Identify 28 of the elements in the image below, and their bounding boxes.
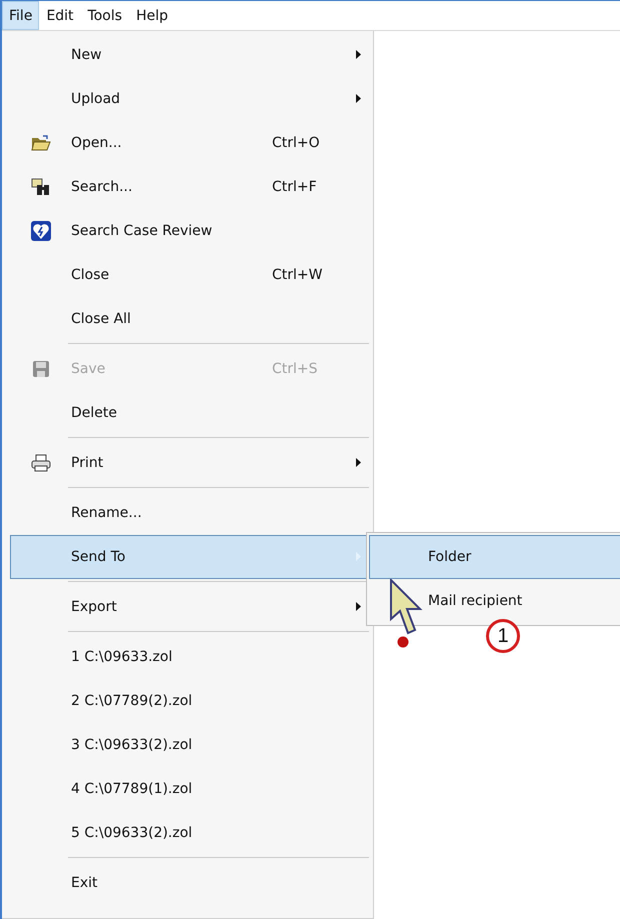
menu-item[interactable]: Delete [10, 391, 373, 435]
menu-item[interactable]: 4 C:\07789(1).zol [10, 767, 373, 811]
binoculars-icon [31, 178, 51, 196]
menu-item[interactable]: Close All [10, 297, 373, 341]
menu-item[interactable]: 3 C:\09633(2).zol [10, 723, 373, 767]
shield-icon [30, 220, 52, 242]
menu-item[interactable]: Open... Ctrl+O [10, 121, 373, 165]
menu-item[interactable]: 1 C:\09633.zol [10, 635, 373, 679]
marker-dot-icon [397, 636, 409, 648]
step-badge: 1 [486, 619, 520, 653]
menu-item[interactable]: Close Ctrl+W [10, 253, 373, 297]
menu-item[interactable]: Print [10, 441, 373, 485]
menu-item[interactable]: New [10, 33, 373, 77]
menu-item[interactable]: Upload [10, 77, 373, 121]
menu-item[interactable]: 2 C:\07789(2).zol [10, 679, 373, 723]
menu-item[interactable]: Exit [10, 861, 373, 905]
menu-title[interactable]: Edit [39, 1, 81, 30]
printer-icon [31, 454, 51, 472]
menu-title[interactable]: Help [129, 1, 175, 30]
pointer-cursor-icon [389, 579, 423, 637]
menu-item[interactable]: 5 C:\09633(2).zol [10, 811, 373, 855]
folder-icon [31, 135, 51, 151]
menu-item[interactable]: Folder [369, 535, 620, 579]
menu-title[interactable]: Tools [80, 1, 130, 30]
menu-item[interactable]: Rename... [10, 491, 373, 535]
menu-title[interactable]: File [2, 1, 40, 30]
menu-item[interactable]: Search Case Review [10, 209, 373, 253]
menu-item[interactable]: Search... Ctrl+F [10, 165, 373, 209]
